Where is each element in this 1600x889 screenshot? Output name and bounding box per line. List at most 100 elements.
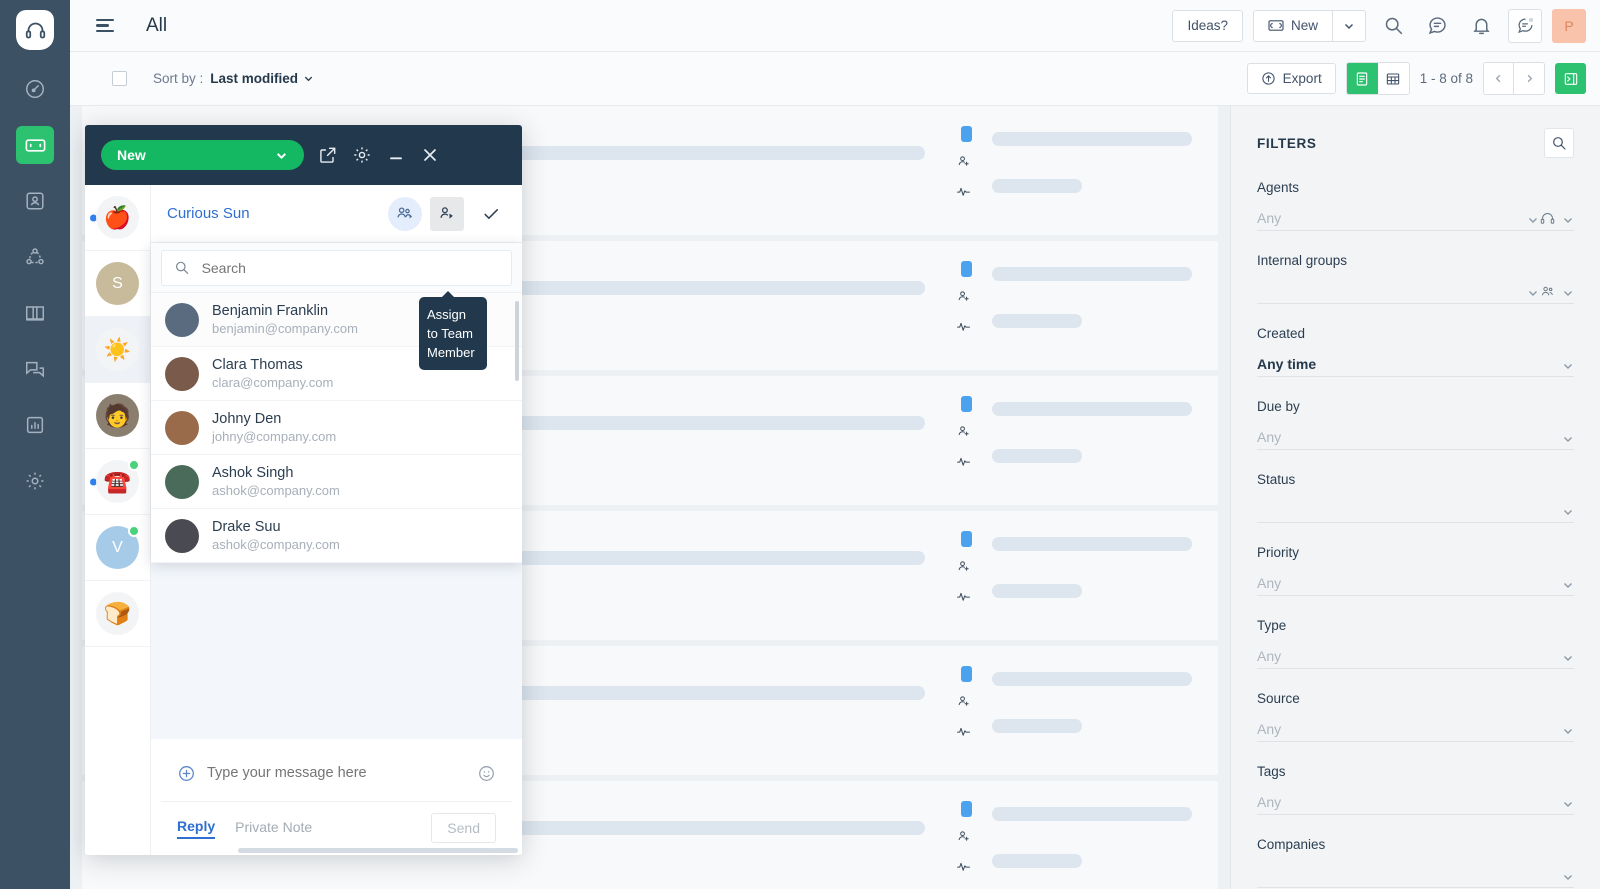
- online-indicator: [128, 459, 140, 471]
- assign-agent-icon[interactable]: [956, 694, 971, 714]
- activity-icon[interactable]: [956, 859, 971, 879]
- filter-control[interactable]: Any: [1257, 418, 1574, 450]
- emoji-icon[interactable]: [477, 764, 496, 783]
- person-name: Drake Suu: [212, 519, 340, 536]
- chat-widget-titlebar: New: [85, 125, 522, 185]
- conversation-list-item[interactable]: 🧑: [85, 383, 150, 449]
- assign-to-team-member-button[interactable]: [430, 197, 464, 231]
- chevron-down-icon: [303, 73, 314, 84]
- search-icon: [174, 259, 190, 276]
- filter-control[interactable]: [1257, 856, 1574, 888]
- filter-control[interactable]: [1257, 272, 1574, 304]
- ideas-button[interactable]: Ideas?: [1172, 10, 1243, 42]
- resolve-conversation-button[interactable]: [476, 199, 506, 229]
- toolbar-actions: Export 1 - 8 of 8: [1247, 62, 1586, 95]
- app-logo[interactable]: [16, 10, 54, 50]
- social-icon: [24, 246, 46, 268]
- menu-toggle-icon[interactable]: [96, 13, 122, 39]
- filter-control[interactable]: [1257, 491, 1574, 523]
- assign-agent-icon[interactable]: [956, 289, 971, 309]
- activity-icon[interactable]: [956, 724, 971, 744]
- conversation-list-item[interactable]: S: [85, 251, 150, 317]
- search-input[interactable]: [202, 260, 499, 276]
- sidebar-item-social[interactable]: [16, 238, 54, 276]
- ticket-meta-placeholder-1: [992, 267, 1192, 281]
- assign-person-item[interactable]: Ashok Singhashok@company.com: [151, 455, 522, 509]
- assign-search-row: [151, 243, 522, 293]
- view-toggle: [1346, 62, 1410, 95]
- activity-icon[interactable]: [956, 589, 971, 609]
- sidebar-item-contacts[interactable]: [16, 182, 54, 220]
- conversation-status-dropdown[interactable]: New: [101, 140, 304, 170]
- select-all-checkbox[interactable]: [112, 71, 127, 86]
- message-input[interactable]: [207, 765, 466, 781]
- sidebar-item-solutions[interactable]: [16, 294, 54, 332]
- tab-private-note[interactable]: Private Note: [235, 819, 312, 838]
- assign-person-item[interactable]: Drake Suuashok@company.com: [151, 509, 522, 563]
- tab-reply[interactable]: Reply: [177, 818, 215, 839]
- assign-to-group-button[interactable]: [388, 197, 422, 231]
- conversation-list-item[interactable]: 🍞: [85, 581, 150, 647]
- filter-control[interactable]: Any: [1257, 637, 1574, 669]
- widget-horizontal-scrollbar[interactable]: [238, 848, 518, 853]
- ticket-meta-placeholder-2: [992, 314, 1082, 328]
- assign-search-box[interactable]: [161, 250, 512, 286]
- activity-icon[interactable]: [956, 319, 971, 339]
- chat-settings-button[interactable]: [352, 145, 372, 165]
- filter-control[interactable]: Any time: [1257, 345, 1574, 377]
- search-button[interactable]: [1376, 9, 1410, 43]
- card-view-button[interactable]: [1347, 63, 1378, 94]
- sidebar-item-dashboard[interactable]: [16, 70, 54, 108]
- popout-button[interactable]: [318, 145, 338, 165]
- send-button[interactable]: Send: [431, 813, 496, 843]
- notifications-button[interactable]: [1464, 9, 1498, 43]
- export-button[interactable]: Export: [1247, 63, 1336, 94]
- sidebar-item-tickets[interactable]: [16, 126, 54, 164]
- new-button[interactable]: New: [1253, 10, 1332, 42]
- filter-label: Created: [1257, 326, 1574, 341]
- filter-control[interactable]: Any: [1257, 564, 1574, 596]
- conversation-title[interactable]: Curious Sun: [167, 205, 380, 222]
- sort-by-dropdown[interactable]: Last modified: [210, 71, 314, 86]
- filter-search-button[interactable]: [1544, 128, 1574, 158]
- new-dropdown-button[interactable]: [1332, 10, 1366, 42]
- analytics-icon: [24, 414, 46, 436]
- assign-agent-icon[interactable]: [956, 559, 971, 579]
- conversation-list-item[interactable]: ☀️: [85, 317, 150, 383]
- collapse-filters-button[interactable]: [1555, 63, 1586, 94]
- conversation-list-item[interactable]: 🍎: [85, 185, 150, 251]
- list-toolbar: Sort by : Last modified Export: [70, 52, 1600, 106]
- table-view-button[interactable]: [1378, 63, 1409, 94]
- conversation-pane: Curious Sun: [151, 185, 522, 855]
- chevron-right-icon: [1524, 73, 1535, 84]
- avatar: [165, 519, 199, 553]
- chevron-down-icon: [1562, 433, 1574, 445]
- conversation-list-item[interactable]: V: [85, 515, 150, 581]
- avatar: V: [96, 526, 139, 569]
- filter-control[interactable]: Any: [1257, 199, 1574, 231]
- chat-button[interactable]: [1420, 9, 1454, 43]
- assign-agent-icon[interactable]: [956, 829, 971, 849]
- attach-plus-icon[interactable]: [177, 764, 196, 783]
- avatar[interactable]: P: [1552, 9, 1586, 43]
- filter-value: Any: [1257, 648, 1556, 664]
- filter-control[interactable]: Any: [1257, 710, 1574, 742]
- assign-agent-icon[interactable]: [956, 154, 971, 174]
- assign-person-item[interactable]: Johny Denjohny@company.com: [151, 401, 522, 455]
- feedback-button[interactable]: [1508, 9, 1542, 43]
- filter-group: Status: [1257, 472, 1574, 523]
- minimize-button[interactable]: [386, 145, 406, 165]
- next-page-button[interactable]: [1514, 63, 1544, 94]
- popout-icon: [318, 145, 338, 165]
- prev-page-button[interactable]: [1484, 63, 1514, 94]
- sidebar-item-analytics[interactable]: [16, 406, 54, 444]
- activity-icon[interactable]: [956, 454, 971, 474]
- conversation-list-item[interactable]: ☎️: [85, 449, 150, 515]
- sidebar-item-forums[interactable]: [16, 350, 54, 388]
- filter-control[interactable]: Any: [1257, 783, 1574, 815]
- close-button[interactable]: [420, 145, 440, 165]
- assign-agent-icon[interactable]: [956, 424, 971, 444]
- sidebar-item-admin[interactable]: [16, 462, 54, 500]
- activity-icon[interactable]: [956, 184, 971, 204]
- assign-dropdown-scrollbar[interactable]: [515, 301, 519, 381]
